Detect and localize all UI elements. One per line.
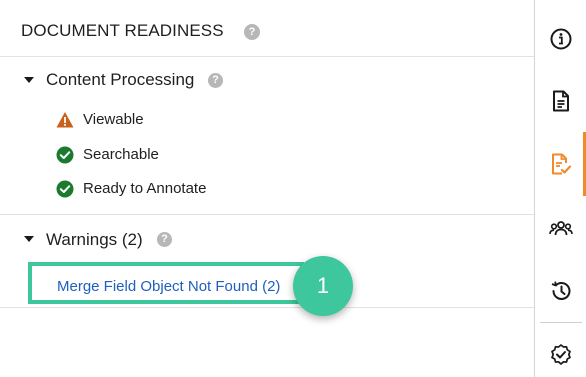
content-processing-label: Content Processing (46, 70, 195, 89)
help-icon[interactable]: ? (157, 232, 172, 247)
sidebar-users-button[interactable] (535, 205, 586, 251)
warning-triangle-icon (56, 112, 74, 128)
content-processing-toggle[interactable]: Content Processing ? (20, 68, 230, 92)
caret-down-icon (24, 236, 34, 242)
section-divider (0, 307, 534, 308)
help-icon[interactable]: ? (244, 24, 260, 40)
sidebar-history-button[interactable] (535, 267, 586, 313)
right-sidebar (534, 0, 586, 377)
document-readiness-panel: DOCUMENT READINESS ? Content Processing … (0, 0, 534, 377)
panel-title: DOCUMENT READINESS (21, 21, 224, 40)
callout-badge: 1 (293, 256, 353, 316)
sidebar-document-button[interactable] (535, 77, 586, 123)
history-icon (551, 281, 571, 300)
status-label: Searchable (83, 146, 159, 163)
warnings-label: Warnings (2) (46, 230, 143, 249)
document-icon (553, 90, 569, 112)
sidebar-certificate-button[interactable] (535, 331, 586, 377)
warnings-toggle[interactable]: Warnings (2) ? (20, 227, 180, 251)
check-circle-icon (56, 180, 74, 198)
sidebar-readiness-button[interactable] (535, 140, 586, 186)
section-divider (0, 214, 534, 215)
sidebar-info-button[interactable] (535, 15, 586, 61)
users-icon (549, 221, 573, 236)
status-label: Ready to Annotate (83, 180, 207, 197)
certificate-check-icon (551, 344, 571, 365)
panel-header: DOCUMENT READINESS ? (0, 0, 534, 57)
warning-highlight-box: Merge Field Object Not Found (2) (28, 262, 304, 304)
caret-down-icon (24, 77, 34, 83)
check-circle-icon (56, 146, 74, 164)
sidebar-separator (540, 322, 582, 323)
status-label: Viewable (83, 111, 144, 128)
help-icon[interactable]: ? (208, 73, 223, 88)
warning-link-merge-field[interactable]: Merge Field Object Not Found (2) (57, 279, 280, 295)
info-icon (550, 28, 572, 50)
document-check-icon (552, 153, 572, 175)
